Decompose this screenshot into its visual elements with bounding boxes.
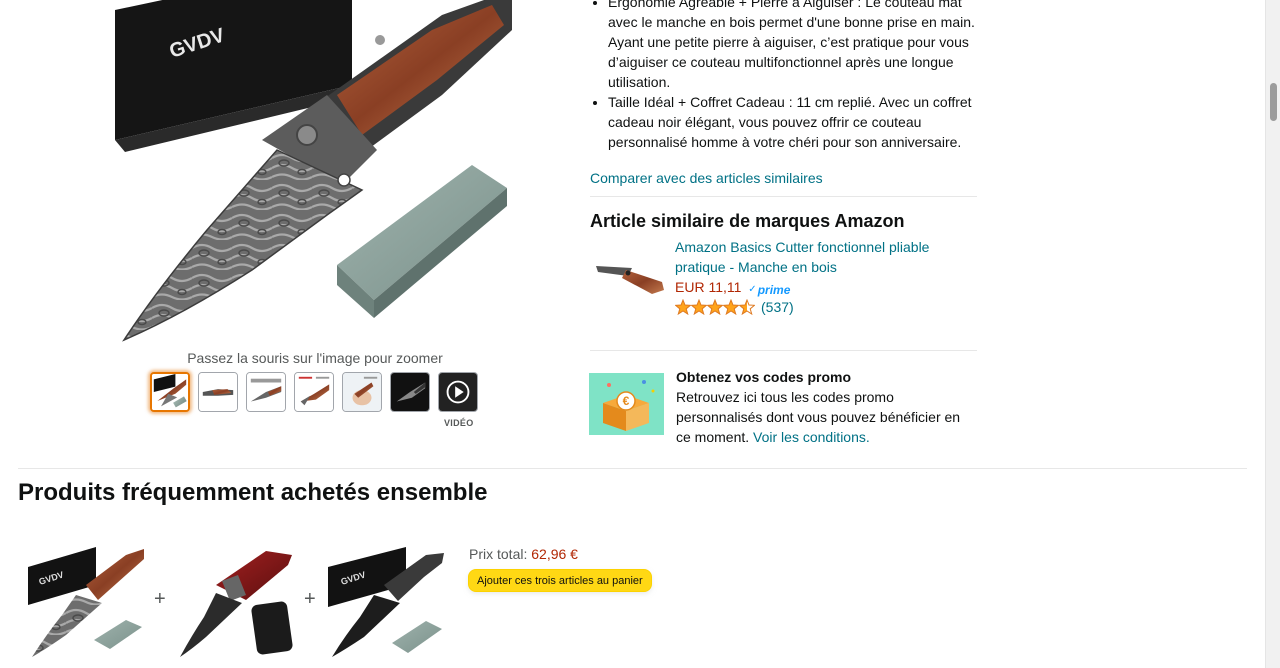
- main-product-image[interactable]: GVDV: [112, 0, 522, 345]
- svg-text:€: €: [623, 394, 630, 408]
- total-label: Prix total:: [469, 546, 528, 562]
- fbt-product-2-image[interactable]: [176, 545, 296, 660]
- scrollbar-thumb[interactable]: [1270, 83, 1277, 121]
- star-icon: [691, 299, 707, 315]
- similar-item-heading: Article similaire de marques Amazon: [590, 211, 905, 231]
- thumbnail-5[interactable]: [342, 372, 382, 412]
- thumbnail-2[interactable]: [198, 372, 238, 412]
- star-rating-icon[interactable]: [675, 299, 755, 315]
- scrollbar[interactable]: [1265, 0, 1280, 668]
- plus-icon: +: [304, 588, 316, 610]
- similar-product-image[interactable]: [592, 248, 668, 304]
- compare-similar-link[interactable]: Comparer avec des articles similaires: [590, 168, 823, 188]
- thumbnail-video[interactable]: [438, 372, 478, 412]
- feature-bullet: Ergonomie Agréable + Pierre à Aiguiser :…: [608, 0, 980, 92]
- promo-conditions-link[interactable]: Voir les conditions.: [753, 429, 870, 445]
- feature-bullet: Taille Idéal + Coffret Cadeau : 11 cm re…: [608, 92, 980, 152]
- feature-bullets: Ergonomie Agréable + Pierre à Aiguiser :…: [590, 0, 980, 152]
- add-three-to-cart-button[interactable]: Ajouter ces trois articles au panier: [468, 569, 652, 592]
- thumbnail-3[interactable]: [246, 372, 286, 412]
- fbt-heading: Produits fréquemment achetés ensemble: [18, 479, 488, 506]
- similar-price: EUR 11,11: [675, 279, 742, 295]
- similar-product-title[interactable]: Amazon Basics Cutter fonctionnel pliable…: [675, 237, 965, 277]
- thumbnail-4[interactable]: [294, 372, 334, 412]
- total-value: 62,96 €: [531, 546, 578, 562]
- thumbnail-1[interactable]: [150, 372, 190, 412]
- divider: [590, 196, 977, 197]
- promo-title: Obtenez vos codes promo: [676, 369, 852, 385]
- total-price-row: Prix total: 62,96 €: [469, 544, 578, 564]
- star-icon: [675, 299, 691, 315]
- review-count-link[interactable]: (537): [761, 297, 794, 317]
- fbt-product-3-image[interactable]: GVDV: [326, 545, 446, 660]
- zoom-hint: Passez la souris sur l'image pour zoomer: [187, 350, 443, 366]
- star-icon: [707, 299, 723, 315]
- thumbnail-6[interactable]: [390, 372, 430, 412]
- section-divider: [18, 468, 1247, 469]
- similar-rating[interactable]: (537): [675, 297, 794, 317]
- star-icon: [723, 299, 739, 315]
- divider: [590, 350, 977, 351]
- star-icon: [739, 299, 755, 315]
- fbt-product-1-image[interactable]: GVDV: [26, 545, 146, 660]
- plus-icon: +: [154, 588, 166, 610]
- promo-block: Obtenez vos codes promo Retrouvez ici to…: [676, 367, 972, 447]
- video-label: VIDÉO: [444, 418, 474, 428]
- promo-gift-icon: €: [589, 373, 664, 435]
